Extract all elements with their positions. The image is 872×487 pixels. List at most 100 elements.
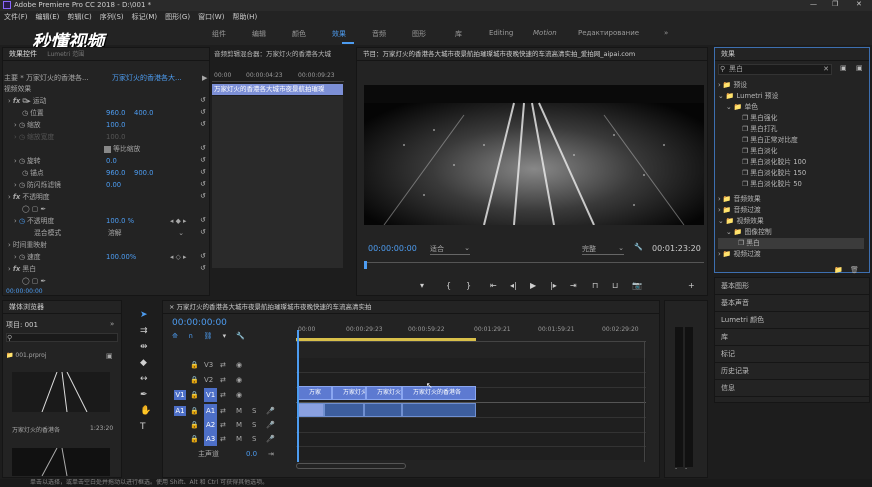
pen-mask-icon[interactable]: ✒	[40, 205, 46, 213]
workspace-assembly[interactable]: 组件	[212, 29, 226, 39]
panel-info[interactable]: 信息	[715, 380, 869, 397]
project-file-row[interactable]: 📁 001.prproj	[6, 352, 47, 359]
timeline-vertical-scrollbar[interactable]	[644, 342, 650, 462]
settings-wrench-icon[interactable]: 🔧	[236, 332, 245, 340]
restore-icon[interactable]: ❐	[832, 0, 838, 8]
effects-item-bw-selected[interactable]: ❐ 黑白	[718, 238, 864, 249]
add-button-icon[interactable]: +	[688, 281, 695, 290]
panel-menu-icon[interactable]: »	[110, 320, 114, 328]
reset-icon[interactable]: ↺	[200, 168, 206, 176]
more-workspaces-icon[interactable]: »	[664, 29, 668, 37]
new-bin-icon[interactable]: 📁	[834, 266, 843, 274]
accelerated-effects-icon[interactable]: ▣	[840, 64, 847, 72]
track-a1-header[interactable]: A1 🔒 A1 ⇄ M S 🎤	[168, 404, 294, 418]
expand-icon[interactable]: ›	[8, 265, 11, 273]
panel-libraries[interactable]: 库	[715, 329, 869, 346]
reset-icon[interactable]: ↺	[200, 108, 206, 116]
stopwatch-icon[interactable]: ◷	[19, 181, 25, 189]
bin-icon[interactable]: ▣	[106, 352, 113, 360]
go-to-in-icon[interactable]: ⇤	[490, 281, 497, 290]
media-browser-tab[interactable]: 媒体浏览器	[3, 301, 121, 314]
effects-preset-item[interactable]: ❐ 黑白打孔	[742, 124, 777, 135]
extract-icon[interactable]: ⊔	[612, 281, 618, 290]
reset-icon[interactable]: ↺	[200, 180, 206, 188]
anchor-x-value[interactable]: 960.0	[106, 168, 125, 179]
rotation-value[interactable]: 0.0	[106, 156, 117, 167]
effects-preset-item[interactable]: ❐ 黑白强化	[742, 113, 777, 124]
reset-icon[interactable]: ↺	[200, 216, 206, 224]
timeline-zoom-scrollbar[interactable]	[296, 463, 406, 469]
fit-select[interactable]: 适合 ⌄	[430, 244, 470, 255]
add-marker-icon[interactable]: ▾	[223, 332, 227, 340]
uniform-scale-checkbox[interactable]	[104, 145, 111, 153]
audio-clip[interactable]	[298, 403, 324, 417]
effects-preset-item[interactable]: ❐ 黑白淡化	[742, 146, 777, 157]
effects-preset-item[interactable]: ❐ 黑白淡化胶片 50	[742, 179, 802, 190]
menu-file[interactable]: 文件(F)	[0, 11, 32, 23]
time-remap-row[interactable]: › 时间重映射	[8, 240, 47, 251]
menu-help[interactable]: 帮助(H)	[228, 11, 261, 23]
expand-icon[interactable]: ›	[14, 157, 17, 165]
meter-solo-left[interactable]: -	[675, 465, 677, 472]
trash-icon[interactable]: 🗑	[850, 266, 859, 274]
linked-selection-icon[interactable]: ⛓	[203, 332, 212, 340]
expand-icon[interactable]: ›	[8, 193, 11, 201]
position-y-value[interactable]: 400.0	[134, 108, 153, 119]
scale-value[interactable]: 100.0	[106, 120, 125, 131]
menu-sequence[interactable]: 序列(S)	[96, 11, 128, 23]
lift-icon[interactable]: ⊓	[592, 281, 598, 290]
tab-effect-controls[interactable]: 效果控件	[9, 50, 37, 58]
track-a2-header[interactable]: 🔒 A2 ⇄ M S 🎤	[168, 418, 294, 432]
rect-mask-icon[interactable]: ▢	[32, 277, 38, 285]
reset-icon[interactable]: ↺	[200, 228, 206, 236]
workspace-editing-en[interactable]: Editing	[489, 29, 513, 37]
play-only-icon[interactable]: ▶	[202, 72, 207, 84]
effects-folder-video-transitions[interactable]: › 📁 视频过渡	[718, 249, 761, 260]
position-x-value[interactable]: 960.0	[106, 108, 125, 119]
track-v3-header[interactable]: 🔒 V3 ⇄ ◉	[168, 358, 294, 372]
close-icon[interactable]: ✕	[856, 0, 862, 8]
workspace-effects[interactable]: 效果	[332, 29, 346, 39]
effects-folder-lumetri[interactable]: ⌄ 📁 Lumetri 预设	[718, 91, 778, 102]
workspace-graphics[interactable]: 图形	[412, 29, 426, 39]
stopwatch-icon[interactable]: ◷	[19, 253, 25, 261]
program-scrubber[interactable]	[364, 261, 704, 272]
program-playhead[interactable]	[364, 261, 367, 269]
panel-essential-graphics[interactable]: 基本图形	[715, 278, 869, 295]
project-search-input[interactable]: ⚲	[6, 333, 118, 342]
ec-timecode[interactable]: 00:00:00:00	[6, 288, 43, 295]
rect-mask-icon[interactable]: ▢	[32, 205, 38, 213]
video-clip[interactable]: 万家灯火的香港各	[402, 386, 476, 400]
workspace-color[interactable]: 颜色	[292, 29, 306, 39]
minimize-icon[interactable]: —	[810, 0, 817, 8]
stopwatch-icon[interactable]: ◷	[22, 109, 28, 117]
expand-icon[interactable]: ›	[14, 121, 17, 129]
menu-edit[interactable]: 编辑(E)	[32, 11, 64, 23]
workspace-libraries[interactable]: 库	[455, 29, 462, 39]
track-a3-header[interactable]: 🔒 A3 ⇄ M S 🎤	[168, 432, 294, 446]
wrench-icon[interactable]: 🔧	[634, 243, 643, 251]
sequence-clip-label[interactable]: 万家灯火的香港各大...	[112, 72, 182, 84]
master-clip-label[interactable]: 主要 * 万家灯火的香港各...	[4, 74, 89, 82]
effects-search-input[interactable]: ⚲ 黑白 ✕	[718, 64, 832, 75]
meter-solo-right[interactable]: -	[685, 465, 687, 472]
audio-mixer-tab[interactable]: 音频剪辑混合器：万家灯火的香港各大城	[214, 47, 344, 61]
program-video-frame[interactable]	[364, 85, 704, 225]
effects-preset-item[interactable]: ❐ 黑白正常对比度	[742, 135, 798, 146]
ellipse-mask-icon[interactable]: ◯	[22, 205, 30, 213]
panel-essential-sound[interactable]: 基本声音	[715, 295, 869, 312]
expand-icon[interactable]: ›	[14, 253, 17, 261]
audio-clip[interactable]	[364, 403, 402, 417]
ec-keyframe-area[interactable]	[212, 96, 343, 268]
menu-marker[interactable]: 标记(M)	[128, 11, 162, 23]
step-back-icon[interactable]: ◂|	[510, 281, 517, 290]
timeline-ruler[interactable]: 00:00 00:00:29:23 00:00:59:22 00:01:29:2…	[296, 322, 646, 342]
blend-mode-select[interactable]: 溶解 ⌄	[108, 228, 186, 239]
reset-icon[interactable]: ↺	[200, 96, 206, 104]
clip-thumbnail-2[interactable]	[12, 447, 110, 477]
slip-tool-icon[interactable]: ↔	[140, 374, 148, 384]
stopwatch-icon[interactable]: ◷	[19, 157, 25, 165]
anchor-y-value[interactable]: 900.0	[134, 168, 153, 179]
reset-icon[interactable]: ↺	[200, 264, 206, 272]
timeline-playhead[interactable]	[297, 330, 299, 462]
